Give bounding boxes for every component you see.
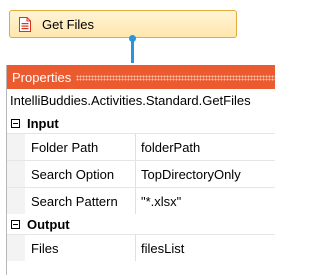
properties-header[interactable]: Properties [7, 65, 275, 89]
category-label: Input [27, 115, 59, 131]
files-field[interactable]: filesList [136, 235, 275, 261]
search-pattern-field[interactable]: "*.xlsx" [136, 188, 275, 214]
panel-title: Properties [12, 69, 72, 85]
properties-panel: Properties IntelliBuddies.Activities.Sta… [6, 65, 275, 275]
property-name: Search Pattern [25, 188, 136, 214]
property-name: Files [25, 235, 136, 261]
category-output[interactable]: Output [7, 214, 275, 234]
connector-handle[interactable] [129, 35, 136, 42]
collapse-icon[interactable] [11, 219, 20, 229]
property-name: Search Option [25, 161, 136, 187]
workflow-canvas: Get Files Properties IntelliBuddies.Acti… [0, 0, 275, 275]
property-row-search-option: Search Option TopDirectoryOnly [7, 160, 275, 187]
category-label: Output [27, 216, 70, 232]
activity-type-name: IntelliBuddies.Activities.Standard.GetFi… [10, 93, 251, 108]
collapse-icon[interactable] [11, 118, 20, 128]
activity-label: Get Files [42, 16, 95, 32]
search-option-field[interactable]: TopDirectoryOnly [136, 161, 275, 187]
property-row-files: Files filesList [7, 234, 275, 261]
panel-drag-grip[interactable] [76, 74, 275, 81]
get-files-activity[interactable]: Get Files [9, 10, 237, 38]
property-row-search-pattern: Search Pattern "*.xlsx" [7, 187, 275, 214]
category-input[interactable]: Input [7, 113, 275, 133]
property-name: Folder Path [25, 134, 136, 160]
property-row-folder-path: Folder Path folderPath [7, 133, 275, 160]
document-icon [19, 16, 31, 32]
folder-path-field[interactable]: folderPath [136, 134, 275, 160]
